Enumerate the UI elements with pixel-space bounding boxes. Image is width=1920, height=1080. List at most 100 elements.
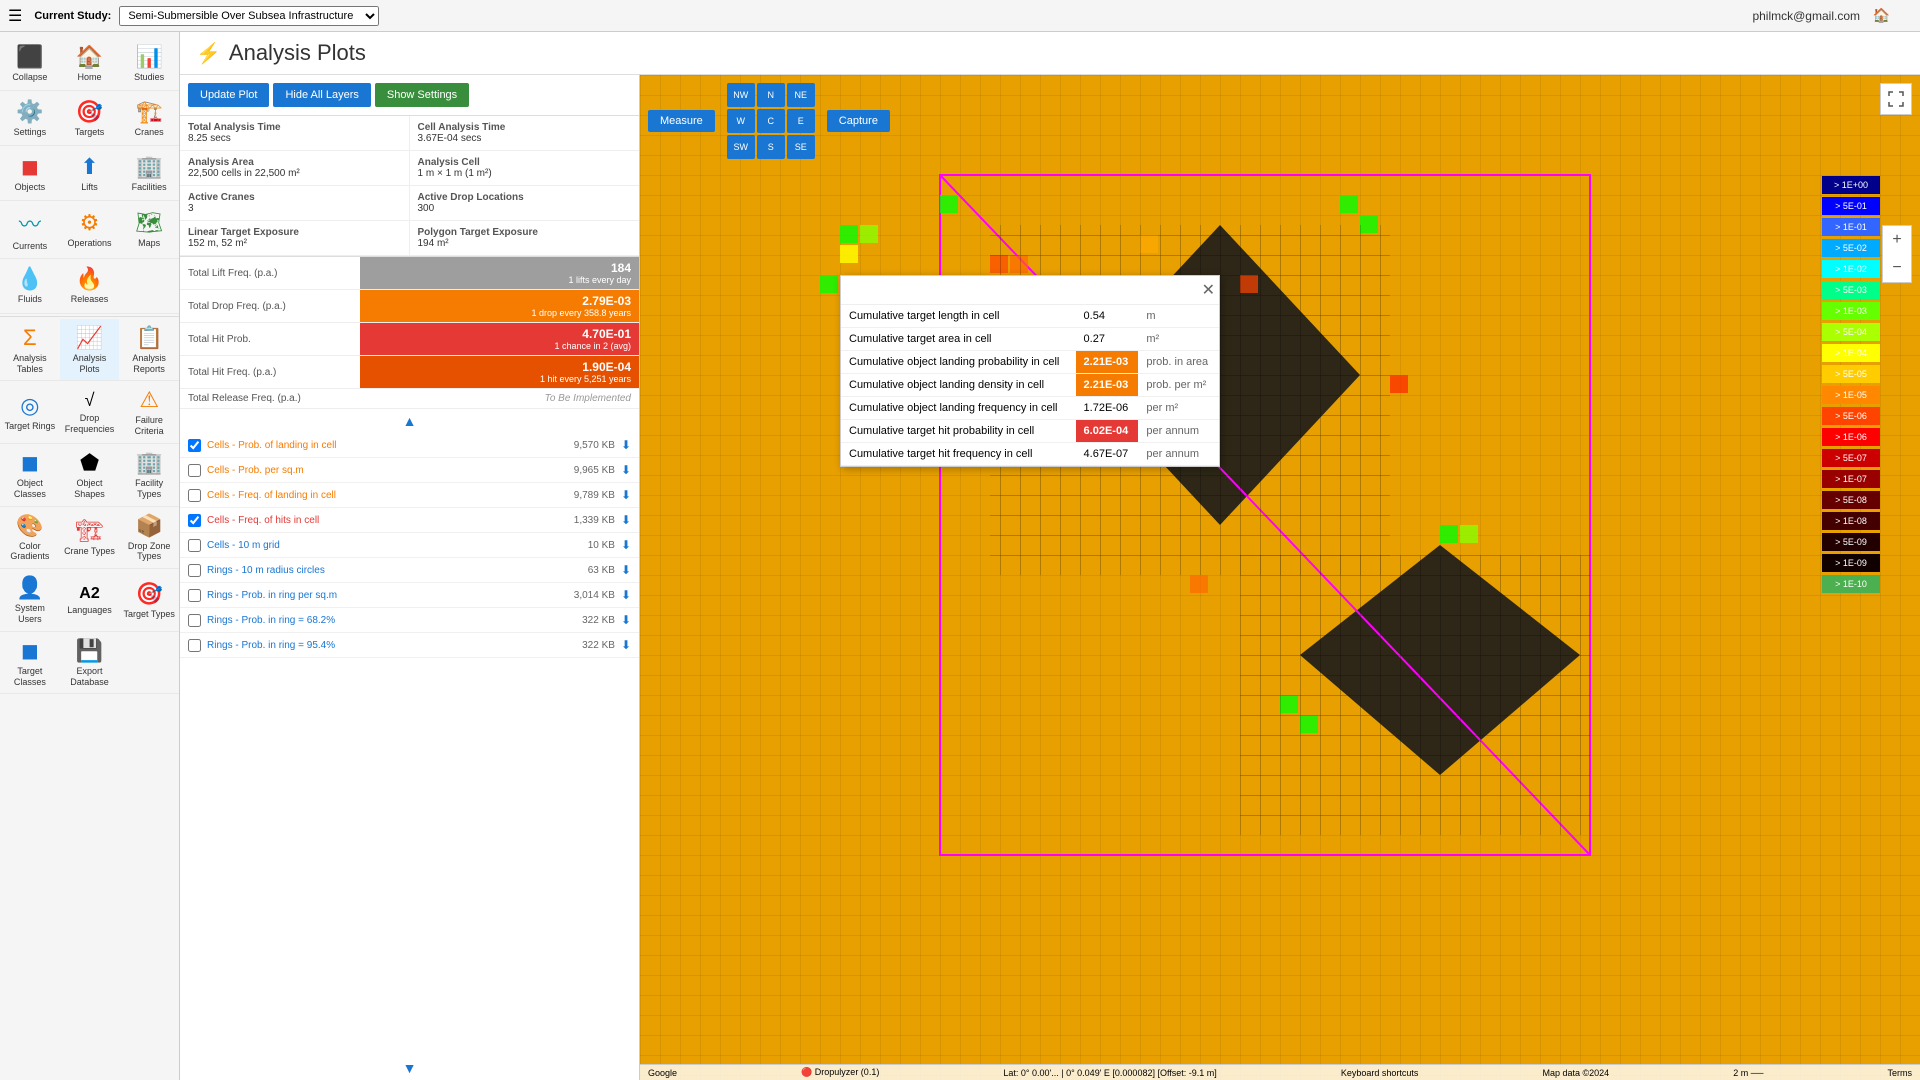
nav-c[interactable]: C	[757, 109, 785, 133]
legend-button[interactable]: > 1E-01	[1822, 218, 1880, 236]
legend-button[interactable]: > 1E-07	[1822, 470, 1880, 488]
layer-download-icon[interactable]: ⬇	[621, 463, 631, 477]
nav-se[interactable]: SE	[787, 135, 815, 159]
legend-button[interactable]: > 5E-01	[1822, 197, 1880, 215]
layer-checkbox[interactable]	[188, 539, 201, 552]
legend-button[interactable]: > 5E-06	[1822, 407, 1880, 425]
capture-button[interactable]: Capture	[827, 110, 890, 132]
nav-e[interactable]: E	[787, 109, 815, 133]
sidebar-label-target-types: Target Types	[123, 609, 174, 620]
nav-nw[interactable]: NW	[727, 83, 755, 107]
sidebar-item-objects[interactable]: ◼ Objects	[0, 146, 60, 201]
legend-button[interactable]: > 1E-02	[1822, 260, 1880, 278]
hamburger-menu[interactable]: ☰	[8, 6, 22, 26]
layer-checkbox[interactable]	[188, 464, 201, 477]
update-plot-button[interactable]: Update Plot	[188, 83, 269, 107]
layer-checkbox[interactable]	[188, 564, 201, 577]
legend-button[interactable]: > 1E-03	[1822, 302, 1880, 320]
layer-checkbox[interactable]	[188, 589, 201, 602]
legend-button[interactable]: > 5E-08	[1822, 491, 1880, 509]
sidebar-item-crane-types[interactable]: 🏗 Crane Types	[60, 507, 120, 570]
sidebar-item-cranes[interactable]: 🏗️ Cranes	[119, 91, 179, 146]
sidebar-item-lifts[interactable]: ⬆ Lifts	[60, 146, 120, 201]
layer-download-icon[interactable]: ⬇	[621, 638, 631, 652]
nav-n[interactable]: N	[757, 83, 785, 107]
legend-button[interactable]: > 1E-05	[1822, 386, 1880, 404]
nav-s[interactable]: S	[757, 135, 785, 159]
layer-checkbox[interactable]	[188, 439, 201, 452]
layer-download-icon[interactable]: ⬇	[621, 538, 631, 552]
legend-button[interactable]: > 5E-02	[1822, 239, 1880, 257]
nav-w[interactable]: W	[727, 109, 755, 133]
sidebar-item-facility-types[interactable]: 🏢 Facility Types	[119, 444, 179, 507]
keyboard-shortcuts[interactable]: Keyboard shortcuts	[1341, 1068, 1419, 1078]
legend-button[interactable]: > 1E-09	[1822, 554, 1880, 572]
show-settings-button[interactable]: Show Settings	[375, 83, 469, 107]
terms-label[interactable]: Terms	[1888, 1068, 1913, 1078]
legend-button[interactable]: > 1E+00	[1822, 176, 1880, 194]
layer-item: Cells - 10 m grid10 KB⬇	[180, 533, 639, 558]
layer-download-icon[interactable]: ⬇	[621, 513, 631, 527]
sidebar-item-object-classes[interactable]: ◼ Object Classes	[0, 444, 60, 507]
legend-button[interactable]: > 1E-10	[1822, 575, 1880, 593]
layer-checkbox[interactable]	[188, 614, 201, 627]
nav-sw[interactable]: SW	[727, 135, 755, 159]
layer-download-icon[interactable]: ⬇	[621, 488, 631, 502]
sidebar-item-failure-criteria[interactable]: ⚠ Failure Criteria	[119, 381, 179, 444]
sidebar-item-drop-zone-types[interactable]: 📦 Drop Zone Types	[119, 507, 179, 570]
layer-checkbox[interactable]	[188, 489, 201, 502]
sidebar-item-home[interactable]: 🏠 Home	[60, 36, 120, 91]
sidebar-row-rings: ◎ Target Rings √ Drop Frequencies ⚠ Fail…	[0, 381, 179, 444]
legend-button[interactable]: > 5E-05	[1822, 365, 1880, 383]
sidebar-item-target-types[interactable]: 🎯 Target Types	[119, 569, 179, 632]
layer-checkbox[interactable]	[188, 514, 201, 527]
sidebar-item-collapse[interactable]: ⬛ Collapse	[0, 36, 60, 91]
legend-button[interactable]: > 1E-08	[1822, 512, 1880, 530]
sidebar-item-studies[interactable]: 📊 Studies	[119, 36, 179, 91]
legend-button[interactable]: > 1E-04	[1822, 344, 1880, 362]
popup-close-button[interactable]: ✕	[1202, 280, 1215, 300]
layer-scroll-down[interactable]: ▼	[180, 1056, 639, 1080]
sidebar-item-analysis-tables[interactable]: Σ Analysis Tables	[0, 319, 60, 382]
sidebar-item-releases[interactable]: 🔥 Releases	[60, 259, 120, 314]
stat-linear-target-exposure: Linear Target Exposure 152 m, 52 m²	[180, 221, 410, 256]
sidebar-item-targets[interactable]: 🎯 Targets	[60, 91, 120, 146]
zoom-out-button[interactable]: −	[1883, 254, 1911, 282]
legend-button[interactable]: > 1E-06	[1822, 428, 1880, 446]
sidebar-item-maps[interactable]: 🗺 Maps	[119, 201, 179, 259]
sidebar-item-system-users[interactable]: 👤 System Users	[0, 569, 60, 632]
legend-button[interactable]: > 5E-09	[1822, 533, 1880, 551]
sidebar-item-export-database[interactable]: 💾 Export Database	[60, 632, 120, 695]
layer-scroll-up[interactable]: ▲	[180, 409, 639, 433]
sidebar-item-settings[interactable]: ⚙️ Settings	[0, 91, 60, 146]
home-icon[interactable]: 🏠	[1873, 7, 1890, 24]
sidebar-item-object-shapes[interactable]: ⬟ Object Shapes	[60, 444, 120, 507]
sidebar-item-target-classes[interactable]: ◼ Target Classes	[0, 632, 60, 695]
hide-all-layers-button[interactable]: Hide All Layers	[273, 83, 370, 107]
legend-button[interactable]: > 5E-03	[1822, 281, 1880, 299]
sidebar-item-color-gradients[interactable]: 🎨 Color Gradients	[0, 507, 60, 570]
layer-download-icon[interactable]: ⬇	[621, 613, 631, 627]
nav-ne[interactable]: NE	[787, 83, 815, 107]
layer-download-icon[interactable]: ⬇	[621, 438, 631, 452]
layer-download-icon[interactable]: ⬇	[621, 563, 631, 577]
dropulyzer-label: 🔴 Dropulyzer (0.1)	[801, 1067, 879, 1078]
sidebar-item-operations[interactable]: ⚙ Operations	[60, 201, 120, 259]
sidebar-item-analysis-plots[interactable]: 📈 Analysis Plots	[60, 319, 120, 382]
sidebar-item-currents[interactable]: 〰 Currents	[0, 201, 60, 259]
sidebar-item-drop-frequencies[interactable]: √ Drop Frequencies	[60, 381, 120, 444]
layer-download-icon[interactable]: ⬇	[621, 588, 631, 602]
measure-button[interactable]: Measure	[648, 110, 715, 132]
study-selector[interactable]: Semi-Submersible Over Subsea Infrastruct…	[119, 6, 379, 26]
sidebar-item-fluids[interactable]: 💧 Fluids	[0, 259, 60, 314]
layer-checkbox[interactable]	[188, 639, 201, 652]
fullscreen-button[interactable]	[1880, 83, 1912, 115]
sidebar-item-target-rings[interactable]: ◎ Target Rings	[0, 381, 60, 444]
legend-button[interactable]: > 5E-07	[1822, 449, 1880, 467]
sidebar-item-analysis-reports[interactable]: 📋 Analysis Reports	[119, 319, 179, 382]
zoom-in-button[interactable]: +	[1883, 226, 1911, 254]
popup-row-label: Cumulative object landing frequency in c…	[841, 397, 1076, 420]
sidebar-item-languages[interactable]: A2 Languages	[60, 569, 120, 632]
sidebar-item-facilities[interactable]: 🏢 Facilities	[119, 146, 179, 201]
legend-button[interactable]: > 5E-04	[1822, 323, 1880, 341]
